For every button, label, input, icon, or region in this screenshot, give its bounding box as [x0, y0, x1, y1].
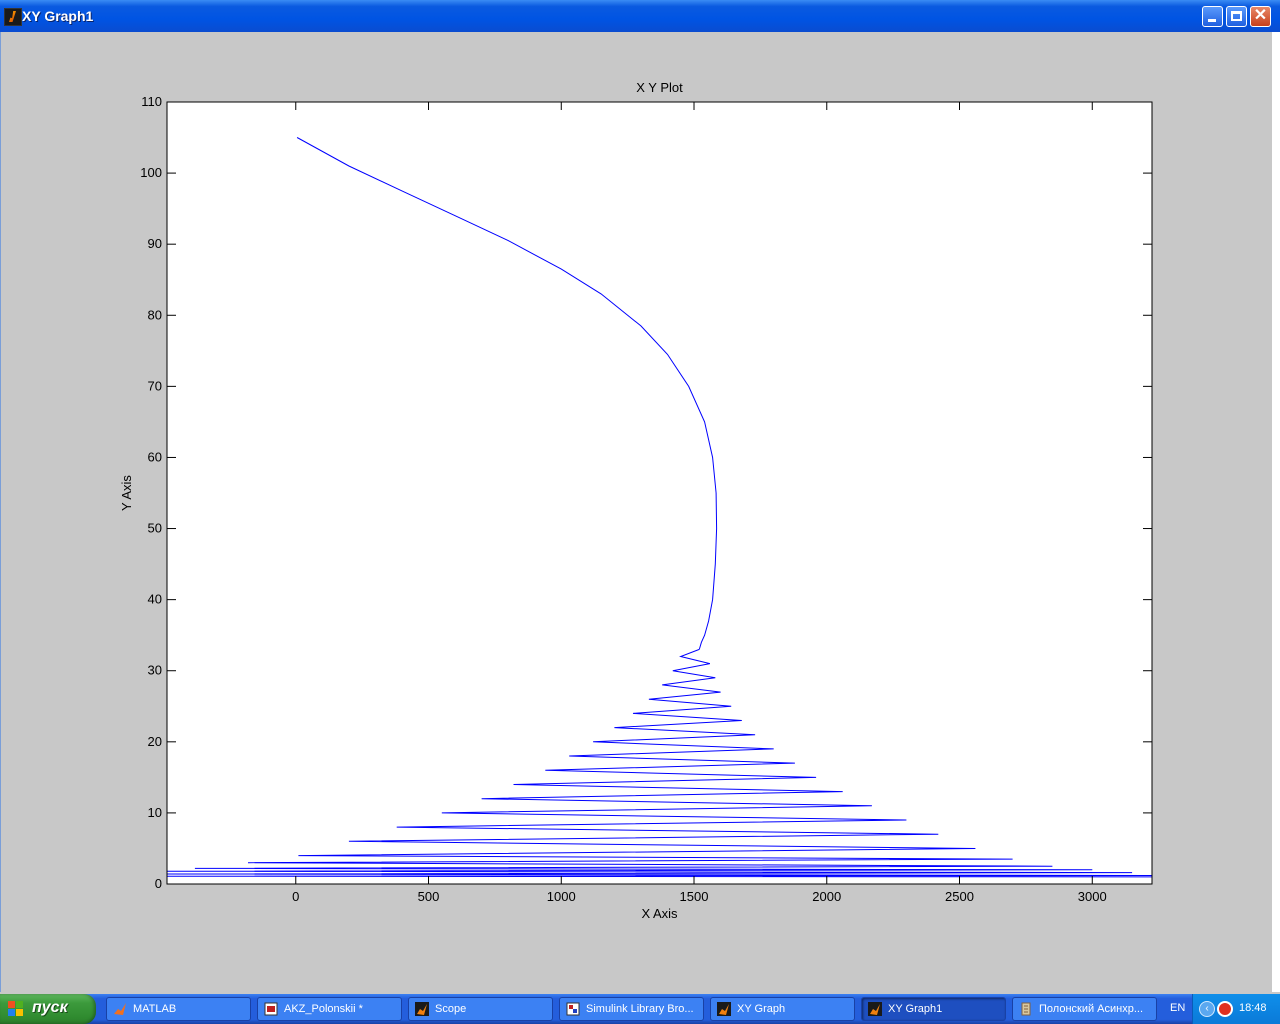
taskbar-item-simulink-library[interactable]: Simulink Library Bro... — [559, 997, 704, 1021]
close-icon: ✕ — [1253, 7, 1268, 24]
taskbar-item-akz-polonskii[interactable]: AKZ_Polonskii * — [257, 997, 402, 1021]
y-tick-label: 20 — [148, 734, 162, 749]
matlab-icon — [415, 1002, 429, 1016]
chevron-left-icon[interactable]: ‹ — [1199, 1001, 1215, 1017]
chart-title: X Y Plot — [636, 80, 683, 95]
close-button[interactable]: ✕ — [1250, 6, 1271, 27]
y-tick-label: 90 — [148, 236, 162, 251]
y-tick-label: 0 — [155, 876, 162, 891]
taskbar: пуск MATLAB AKZ_Polonskii * Scope Simuli… — [0, 994, 1280, 1024]
y-tick-label: 60 — [148, 449, 162, 464]
window-title: XY Graph1 — [22, 8, 94, 24]
matlab-icon[interactable] — [4, 8, 22, 26]
clock: 18:48 — [1239, 1002, 1267, 1014]
x-tick-label: 0 — [292, 889, 299, 904]
minimize-button[interactable] — [1202, 6, 1223, 27]
document-icon — [1021, 1002, 1031, 1016]
x-tick-label: 1500 — [680, 889, 709, 904]
x-tick-label: 1000 — [547, 889, 576, 904]
matlab-icon — [114, 1003, 126, 1015]
taskbar-item-label: XY Graph1 — [888, 1003, 943, 1015]
matlab-icon — [868, 1002, 882, 1016]
simulink-library-icon — [566, 1002, 580, 1016]
y-tick-label: 80 — [148, 307, 162, 322]
x-tick-label: 3000 — [1078, 889, 1107, 904]
matlab-icon — [717, 1002, 731, 1016]
y-tick-label: 100 — [140, 165, 162, 180]
taskbar-item-label: Scope — [435, 1003, 467, 1015]
x-tick-label: 2000 — [812, 889, 841, 904]
xy-plot: 0 500 1000 1500 2000 2500 3000 0 10 20 30 40 50 60 70 8… — [119, 80, 1153, 921]
taskbar-item-label: Полонский Асинхр... — [1039, 1003, 1144, 1015]
tray-app-icon[interactable] — [1217, 1001, 1233, 1017]
start-label: пуск — [32, 999, 68, 1016]
y-tick-label: 70 — [148, 378, 162, 393]
language-indicator[interactable]: EN — [1170, 1002, 1185, 1014]
x-tick-label: 2500 — [945, 889, 974, 904]
taskbar-item-label: XY Graph — [737, 1003, 786, 1015]
y-tick-label: 40 — [148, 592, 162, 607]
taskbar-item-matlab[interactable]: MATLAB — [106, 997, 251, 1021]
simulink-model-icon — [264, 1002, 278, 1016]
minimize-icon — [1208, 19, 1216, 22]
window-edge — [1272, 32, 1280, 992]
maximize-icon — [1231, 11, 1242, 21]
figure-area: 0 500 1000 1500 2000 2500 3000 0 10 20 30 40 50 60 70 8… — [0, 32, 1273, 992]
maximize-button[interactable] — [1226, 6, 1247, 27]
taskbar-item-xy-graph1[interactable]: XY Graph1 — [861, 997, 1006, 1021]
y-axis-label: Y Axis — [119, 475, 134, 511]
taskbar-item-xy-graph[interactable]: XY Graph — [710, 997, 855, 1021]
system-tray: ‹ 18:48 — [1192, 994, 1280, 1024]
x-tick-label: 500 — [418, 889, 440, 904]
y-tick-label: 10 — [148, 805, 162, 820]
start-button[interactable]: пуск — [0, 994, 96, 1024]
taskbar-item-label: AKZ_Polonskii * — [284, 1003, 363, 1015]
x-axis-label: X Axis — [641, 906, 678, 921]
windows-logo-icon — [8, 1001, 24, 1017]
taskbar-item-label: Simulink Library Bro... — [586, 1003, 694, 1015]
y-tick-label: 50 — [148, 521, 162, 536]
y-tick-label: 110 — [141, 94, 162, 109]
y-tick-label: 30 — [148, 663, 162, 678]
title-bar[interactable]: XY Graph1 ✕ — [0, 0, 1280, 33]
taskbar-item-scope[interactable]: Scope — [408, 997, 553, 1021]
taskbar-item-label: MATLAB — [133, 1003, 177, 1015]
taskbar-item-document[interactable]: Полонский Асинхр... — [1012, 997, 1157, 1021]
